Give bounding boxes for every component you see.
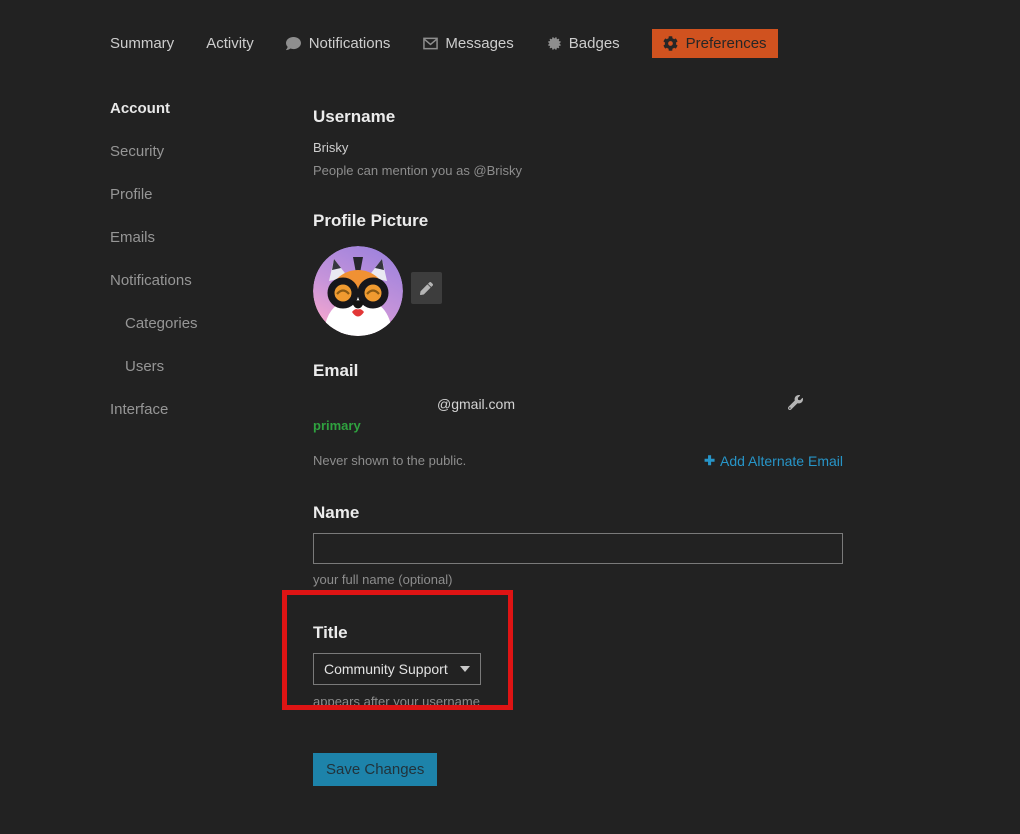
title-instructions: appears after your username [313,693,843,710]
preferences-sidebar: Account Security Profile Emails Notifica… [110,98,295,442]
username-heading: Username [313,106,843,128]
chevron-down-icon [460,666,470,672]
tab-summary[interactable]: Summary [110,29,174,58]
tab-preferences[interactable]: Preferences [652,29,778,58]
sidebar-item-account[interactable]: Account [110,98,295,120]
username-value: Brisky [313,139,843,156]
sidebar-item-security[interactable]: Security [110,141,295,163]
tab-badges-label: Badges [569,35,620,52]
tab-notifications[interactable]: Notifications [286,29,391,58]
sidebar-item-interface[interactable]: Interface [110,399,295,421]
full-name-input[interactable] [313,533,843,564]
email-settings-button[interactable] [788,395,803,413]
tab-activity-label: Activity [206,35,254,52]
avatar-illustration [313,246,403,336]
title-heading: Title [313,622,843,644]
user-nav: Summary Activity Notifications Messages … [110,29,778,58]
tab-activity[interactable]: Activity [206,29,254,58]
email-instructions: Never shown to the public. [313,452,466,469]
profile-picture-heading: Profile Picture [313,210,843,232]
name-instructions: your full name (optional) [313,571,843,588]
comment-icon [286,36,302,52]
tab-messages-label: Messages [445,35,513,52]
email-footer-row: Never shown to the public. ✚ Add Alterna… [313,452,843,469]
sidebar-item-categories[interactable]: Categories [110,313,295,335]
title-dropdown[interactable]: Community Support [313,653,481,685]
envelope-icon [422,36,438,52]
tab-notifications-label: Notifications [309,35,391,52]
sidebar-item-profile[interactable]: Profile [110,184,295,206]
preferences-page: Summary Activity Notifications Messages … [0,0,1020,834]
email-primary-badge: primary [313,418,843,433]
name-heading: Name [313,502,843,524]
edit-avatar-button[interactable] [411,272,442,304]
wrench-icon [788,395,803,410]
avatar [313,246,403,336]
sidebar-item-emails[interactable]: Emails [110,227,295,249]
email-value: @gmail.com [313,396,515,412]
tab-preferences-label: Preferences [686,35,767,52]
email-heading: Email [313,360,843,382]
account-settings-main: Username Brisky People can mention you a… [313,98,843,786]
gear-icon [663,36,679,52]
sidebar-item-users[interactable]: Users [110,356,295,378]
add-alternate-email-label: Add Alternate Email [720,453,843,469]
pencil-icon [420,282,433,295]
certificate-icon [546,36,562,52]
title-section: Title Community Support appears after yo… [313,622,843,710]
username-section: Username Brisky People can mention you a… [313,98,843,179]
title-dropdown-value: Community Support [324,661,448,677]
add-alternate-email-link[interactable]: ✚ Add Alternate Email [704,453,843,469]
tab-summary-label: Summary [110,35,174,52]
plus-icon: ✚ [704,453,715,469]
tab-messages[interactable]: Messages [422,29,513,58]
email-section: Email @gmail.com primary Never shown to … [313,360,843,469]
profile-picture-section: Profile Picture [313,210,843,336]
avatar-row [313,246,843,336]
sidebar-item-notifications[interactable]: Notifications [110,270,295,292]
username-instructions: People can mention you as @Brisky [313,162,843,179]
tab-badges[interactable]: Badges [546,29,620,58]
name-section: Name your full name (optional) [313,502,843,588]
email-row: @gmail.com [313,395,843,413]
save-changes-button[interactable]: Save Changes [313,753,437,786]
